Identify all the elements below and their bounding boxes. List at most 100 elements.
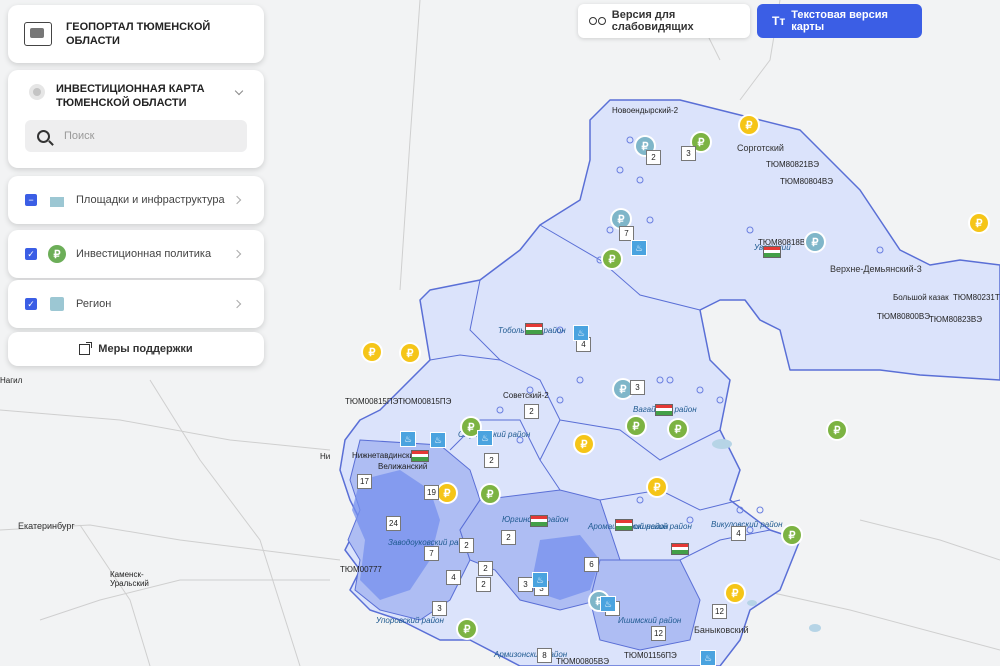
flag-icon[interactable]	[615, 519, 633, 531]
ruble-marker-icon[interactable]: ₽	[481, 485, 499, 503]
layer-infrastructure[interactable]: − Площадки и инфраструктура	[8, 176, 264, 224]
map-label: ТЮМ80800ВЭ	[877, 312, 930, 321]
cluster-badge[interactable]: 4	[731, 526, 746, 541]
ruble-marker-icon[interactable]: ₽	[828, 421, 846, 439]
flag-icon[interactable]	[763, 246, 781, 258]
map-label: ТЮМ00777	[340, 565, 382, 574]
checkbox-checked-icon[interactable]: ✓	[25, 298, 37, 310]
coat-of-arms-logo	[24, 22, 52, 46]
invest-map-panel: ИНВЕСТИЦИОННАЯ КАРТА ТЮМЕНСКОЙ ОБЛАСТИ	[8, 70, 264, 168]
map-label: ТЮМ01156ПЭ	[624, 651, 677, 660]
search-input[interactable]	[62, 129, 236, 143]
fire-icon[interactable]: ♨	[631, 240, 647, 256]
fire-icon[interactable]: ♨	[430, 432, 446, 448]
layer-label: Регион	[76, 298, 112, 310]
map-label: Упоровский район	[376, 616, 444, 625]
region-icon	[48, 295, 66, 313]
cluster-badge[interactable]: 24	[386, 516, 401, 531]
ruble-marker-icon[interactable]: ₽	[726, 584, 744, 602]
cluster-badge[interactable]: 3	[681, 146, 696, 161]
cluster-badge[interactable]: 8	[537, 648, 552, 663]
cluster-badge[interactable]: 2	[459, 538, 474, 553]
cluster-badge[interactable]: 2	[501, 530, 516, 545]
map-label: Большой казак	[893, 293, 949, 302]
cluster-badge[interactable]: 19	[424, 485, 439, 500]
flag-icon[interactable]	[530, 515, 548, 527]
cluster-badge[interactable]: 2	[476, 577, 491, 592]
support-measures-button[interactable]: Меры поддержки	[8, 332, 264, 366]
map-label: ТЮМ80823ВЭ	[929, 315, 982, 324]
cluster-badge[interactable]: 2	[524, 404, 539, 419]
fire-icon[interactable]: ♨	[700, 650, 716, 666]
support-measures-label: Меры поддержки	[98, 343, 193, 355]
map-label: Ишимский район	[618, 616, 682, 625]
chevron-right-icon[interactable]	[232, 299, 242, 309]
glasses-icon	[589, 17, 606, 25]
low-vision-label: Версия для слабовидящих	[611, 9, 694, 33]
portal-title: ГЕОПОРТАЛ ТЮМЕНСКОЙ ОБЛАСТИ	[66, 21, 211, 47]
ruble-marker-icon[interactable]: ₽	[603, 250, 621, 268]
text-version-button[interactable]: Tт Текстовая версия карты	[757, 4, 922, 38]
ruble-marker-icon[interactable]: ₽	[401, 344, 419, 362]
map-label: ТЮМ00815ПЭ	[398, 397, 452, 406]
fire-icon[interactable]: ♨	[532, 572, 548, 588]
ruble-marker-icon[interactable]: ₽	[783, 526, 801, 544]
ruble-marker-icon[interactable]: ₽	[648, 478, 666, 496]
chevron-right-icon[interactable]	[232, 249, 242, 259]
portal-title-panel: ГЕОПОРТАЛ ТЮМЕНСКОЙ ОБЛАСТИ	[8, 5, 264, 63]
partial-checkbox-icon[interactable]: −	[25, 194, 37, 206]
invest-map-title[interactable]: ИНВЕСТИЦИОННАЯ КАРТА ТЮМЕНСКОЙ ОБЛАСТИ	[56, 82, 216, 110]
cluster-badge[interactable]: 3	[432, 601, 447, 616]
cluster-badge[interactable]: 12	[712, 604, 727, 619]
map-label: Велижанский	[378, 462, 428, 471]
ruble-marker-icon[interactable]: ₽	[438, 484, 456, 502]
layer-label: Площадки и инфраструктура	[76, 194, 225, 206]
cluster-badge[interactable]: 6	[584, 557, 599, 572]
map-label: Новоендырский-2	[612, 106, 679, 115]
fire-icon[interactable]: ♨	[477, 430, 493, 446]
checkbox-checked-icon[interactable]: ✓	[25, 248, 37, 260]
map-label: ТЮМ80231ТР	[953, 293, 1000, 302]
map-label: Советский-2	[503, 391, 549, 400]
cluster-badge[interactable]: 2	[484, 453, 499, 468]
cluster-badge[interactable]: 7	[619, 226, 634, 241]
ruble-marker-icon[interactable]: ₽	[806, 233, 824, 251]
low-vision-button[interactable]: Версия для слабовидящих	[578, 4, 750, 38]
map-label: Армизонский район	[494, 650, 568, 659]
globe-icon	[29, 84, 45, 100]
chevron-down-icon[interactable]	[234, 86, 244, 96]
flag-icon[interactable]	[411, 450, 429, 462]
flag-icon[interactable]	[671, 543, 689, 555]
cluster-badge[interactable]: 2	[646, 150, 661, 165]
ruble-marker-icon[interactable]: ₽	[575, 435, 593, 453]
cluster-badge[interactable]: 7	[424, 546, 439, 561]
layer-investment-policy[interactable]: ✓ ₽ Инвестиционная политика	[8, 230, 264, 278]
ruble-marker-icon[interactable]: ₽	[458, 620, 476, 638]
fire-icon[interactable]: ♨	[400, 431, 416, 447]
ruble-marker-icon[interactable]: ₽	[740, 116, 758, 134]
map-label: Ни	[320, 452, 331, 461]
cluster-badge[interactable]: 3	[630, 380, 645, 395]
cluster-badge[interactable]: 4	[446, 570, 461, 585]
flag-icon[interactable]	[655, 404, 673, 416]
layer-region[interactable]: ✓ Регион	[8, 280, 264, 328]
flag-icon[interactable]	[525, 323, 543, 335]
map-label: Нагил	[0, 376, 23, 385]
map-label: ТЮМ80804ВЭ	[780, 177, 833, 186]
map-label: ТЮМ80821ВЭ	[766, 160, 819, 169]
chevron-right-icon[interactable]	[232, 195, 242, 205]
map-label: Верхне-Демьянский-3	[830, 264, 922, 274]
cluster-badge[interactable]: 3	[518, 577, 533, 592]
map-label: Баныковский	[694, 625, 749, 635]
cluster-badge[interactable]: 17	[357, 474, 372, 489]
fire-icon[interactable]: ♨	[600, 596, 616, 612]
ruble-marker-icon[interactable]: ₽	[627, 417, 645, 435]
cluster-badge[interactable]: 2	[478, 561, 493, 576]
cluster-badge[interactable]: 12	[651, 626, 666, 641]
map-label: Каменск-Уральский	[110, 570, 149, 588]
ruble-marker-icon[interactable]: ₽	[970, 214, 988, 232]
ruble-marker-icon[interactable]: ₽	[363, 343, 381, 361]
map-label: Сорготский	[737, 143, 784, 153]
fire-icon[interactable]: ♨	[573, 325, 589, 341]
ruble-marker-icon[interactable]: ₽	[669, 420, 687, 438]
